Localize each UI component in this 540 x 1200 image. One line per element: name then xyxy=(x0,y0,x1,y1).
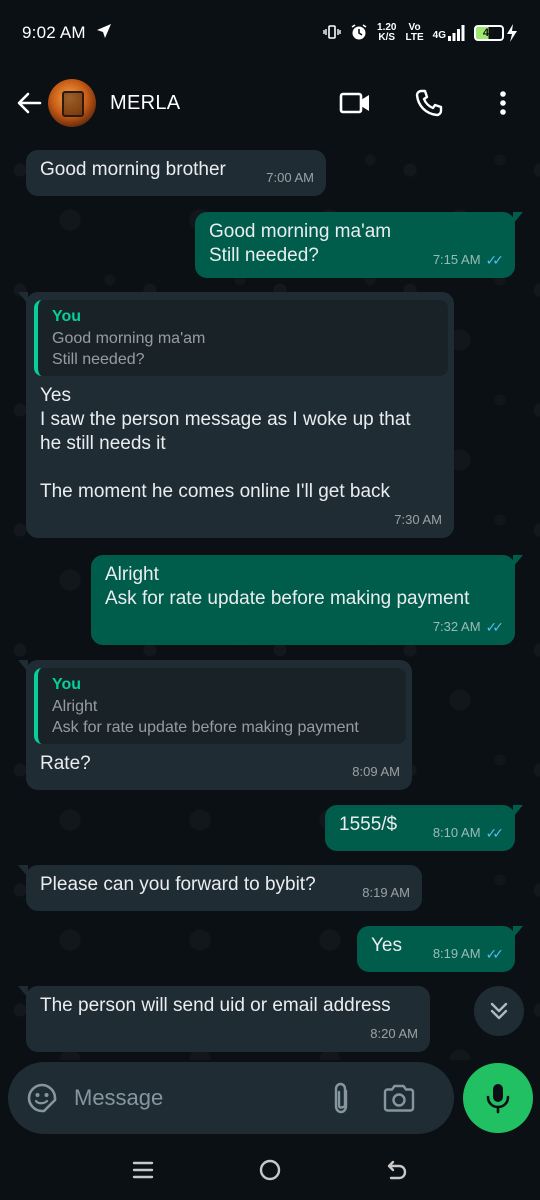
vibrate-icon xyxy=(323,24,341,43)
read-receipt-icon: ✓✓ xyxy=(485,252,505,268)
home-button[interactable] xyxy=(250,1150,290,1190)
more-vertical-icon xyxy=(500,91,506,115)
volte-bottom: LTE xyxy=(405,32,424,43)
message-bubble[interactable]: Yes 8:19 AM ✓✓ xyxy=(357,926,523,972)
recents-button[interactable] xyxy=(123,1150,163,1190)
message-bubble[interactable]: 1555/$ 8:10 AM ✓✓ xyxy=(325,805,523,851)
message-time: 8:19 AM xyxy=(432,946,481,961)
message-time: 8:20 AM xyxy=(370,1026,418,1041)
message-bubble[interactable]: You Good morning ma'am Still needed? Yes… xyxy=(18,292,454,538)
network-type: 4G xyxy=(432,30,446,41)
message-time: 8:19 AM xyxy=(362,885,410,900)
message-time: 7:00 AM xyxy=(266,170,314,185)
message-meta: 7:00 AM xyxy=(266,166,314,190)
message-time: 8:09 AM xyxy=(352,764,400,779)
voice-message-button[interactable] xyxy=(463,1063,533,1133)
battery-indicator: 49 xyxy=(474,24,518,42)
quoted-message[interactable]: You Good morning ma'am Still needed? xyxy=(34,300,448,376)
back-button[interactable] xyxy=(12,86,46,120)
message-time: 7:15 AM xyxy=(432,252,481,267)
message-bubble[interactable]: You Alright Ask for rate update before m… xyxy=(18,660,412,790)
message-bubble[interactable]: Good morning brother 7:00 AM xyxy=(26,150,326,196)
status-time: 9:02 AM xyxy=(22,23,86,42)
camera-button[interactable] xyxy=(380,1078,418,1118)
header-actions xyxy=(338,86,528,120)
message-bubble[interactable]: The person will send uid or email addres… xyxy=(18,986,430,1052)
message-meta: 8:19 AM xyxy=(362,881,410,905)
sticker-button[interactable] xyxy=(24,1080,60,1116)
microphone-icon xyxy=(486,1084,510,1114)
voice-call-button[interactable] xyxy=(412,86,446,120)
quote-text: Alright Ask for rate update before makin… xyxy=(52,698,359,736)
volte-indicator: Vo LTE xyxy=(406,23,424,43)
attach-button[interactable] xyxy=(324,1078,358,1118)
quote-author: You xyxy=(52,676,82,693)
read-receipt-icon: ✓✓ xyxy=(485,946,505,962)
status-indicators: 1.20 K/S Vo LTE 4G 49 xyxy=(323,23,518,44)
message-text: Alright Ask for rate update before makin… xyxy=(105,564,470,609)
sticker-emoji-icon xyxy=(27,1083,57,1113)
chat-messages[interactable]: Good morning brother 7:00 AM Good mornin… xyxy=(0,140,540,1060)
read-receipt-icon: ✓✓ xyxy=(485,619,505,635)
arrow-left-icon xyxy=(17,92,42,114)
contact-name[interactable]: MERLA xyxy=(110,92,180,115)
status-bar: 9:02 AM 1.20 K/S Vo LTE 4G 49 xyxy=(0,0,540,66)
chat-header: MERLA xyxy=(0,66,540,140)
video-call-button[interactable] xyxy=(338,86,372,120)
message-bubble[interactable]: Alright Ask for rate update before makin… xyxy=(91,555,523,645)
read-receipt-icon: ✓✓ xyxy=(485,825,505,841)
camera-icon xyxy=(383,1084,415,1112)
phone-icon xyxy=(415,89,443,117)
quote-author: You xyxy=(52,308,82,325)
message-text: Rate? xyxy=(40,753,91,774)
message-meta: 7:15 AM ✓✓ xyxy=(432,248,505,272)
alarm-icon xyxy=(350,23,368,44)
back-nav-button[interactable] xyxy=(377,1150,417,1190)
net-speed-unit: K/S xyxy=(378,32,396,43)
quoted-message[interactable]: You Alright Ask for rate update before m… xyxy=(34,668,406,744)
message-meta: 7:32 AM ✓✓ xyxy=(432,615,505,639)
scroll-to-bottom-button[interactable] xyxy=(474,986,524,1036)
double-chevron-down-icon xyxy=(490,1002,508,1020)
quote-text: Good morning ma'am Still needed? xyxy=(52,330,206,368)
message-bubble[interactable]: Please can you forward to bybit? 8:19 AM xyxy=(18,865,422,911)
net-speed: 1.20 K/S xyxy=(377,23,396,43)
charging-bolt-icon xyxy=(507,24,517,42)
signal-indicator: 4G xyxy=(433,25,465,41)
message-meta: 8:20 AM xyxy=(370,1022,418,1046)
message-meta: 8:10 AM ✓✓ xyxy=(432,821,505,845)
message-time: 8:10 AM xyxy=(432,825,481,840)
system-nav-bar xyxy=(0,1140,540,1200)
paperclip-icon xyxy=(334,1082,348,1114)
message-composer xyxy=(8,1062,454,1134)
more-options-button[interactable] xyxy=(486,86,520,120)
video-camera-icon xyxy=(339,92,369,114)
message-time: 7:32 AM xyxy=(432,619,481,634)
battery-level: 49 xyxy=(474,25,504,41)
message-text: The person will send uid or email addres… xyxy=(40,995,391,1016)
contact-avatar[interactable] xyxy=(48,79,96,127)
message-input[interactable] xyxy=(74,1085,304,1111)
location-arrow-icon xyxy=(96,23,112,43)
home-circle-icon xyxy=(259,1159,281,1181)
back-curve-icon xyxy=(387,1160,406,1180)
message-time: 7:30 AM xyxy=(394,512,442,527)
message-meta: 7:30 AM xyxy=(394,508,442,532)
message-meta: 8:19 AM ✓✓ xyxy=(432,942,505,966)
message-meta: 8:09 AM xyxy=(352,760,400,784)
message-bubble[interactable]: Good morning ma'am Still needed? 7:15 AM… xyxy=(195,212,523,278)
message-text: Yes I saw the person message as I woke u… xyxy=(40,385,411,502)
message-text: Please can you forward to bybit? xyxy=(40,874,316,895)
menu-lines-icon xyxy=(133,1161,154,1179)
signal-bars-icon xyxy=(448,25,465,41)
